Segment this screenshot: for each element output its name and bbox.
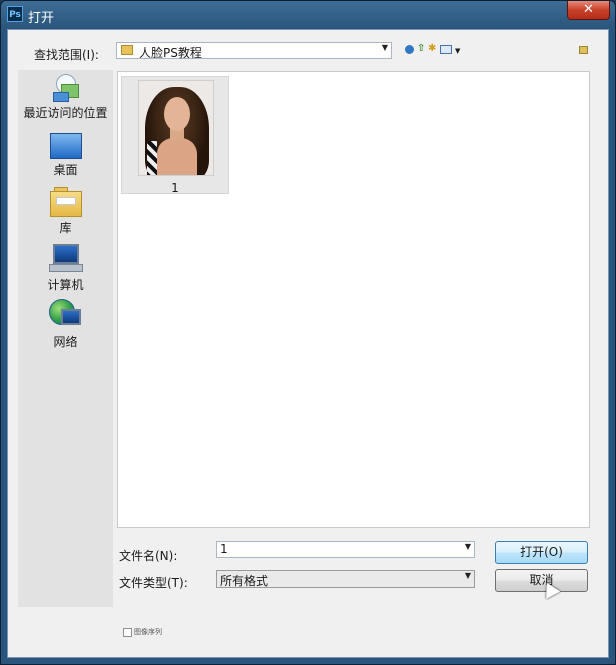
filetype-label: 文件类型(T): <box>119 576 188 590</box>
open-button[interactable]: 打开(O) <box>495 541 588 564</box>
network-icon <box>48 299 83 331</box>
chevron-down-icon[interactable]: ▼ <box>382 43 388 52</box>
filetype-value: 所有格式 <box>220 574 269 588</box>
place-recent[interactable]: 最近访问的位置 <box>18 74 113 121</box>
chevron-down-icon[interactable]: ▼ <box>465 542 471 551</box>
close-button[interactable]: ✕ <box>567 1 610 20</box>
image-sequence-label: 图像序列 <box>134 628 162 636</box>
title-bar[interactable]: Ps 打开 ✕ <box>1 1 615 29</box>
lookin-value: 人脸PS教程 <box>139 46 202 60</box>
chevron-down-icon[interactable]: ▼ <box>465 571 471 580</box>
libraries-icon <box>49 187 82 217</box>
view-menu-chevron-icon[interactable]: ▼ <box>455 45 460 57</box>
place-computer[interactable]: 计算机 <box>18 244 113 293</box>
filename-input[interactable]: 1 ▼ <box>216 541 475 558</box>
place-label: 网络 <box>53 335 78 349</box>
filename-value: 1 <box>220 542 228 556</box>
filetype-select[interactable]: 所有格式 ▼ <box>216 570 475 588</box>
recent-places-icon <box>52 74 79 102</box>
file-list[interactable]: 1 <box>117 71 590 528</box>
place-label: 库 <box>59 221 72 235</box>
new-folder-icon[interactable]: ✱ <box>428 43 436 55</box>
window-title: 打开 <box>28 11 55 26</box>
open-dialog-window: Ps 打开 ✕ 查找范围(I): 人脸PS教程 ▼ ⇧ ✱ ▼ 最近访问的位置 … <box>0 0 616 665</box>
place-libraries[interactable]: 库 <box>18 187 113 236</box>
dialog-client-area: 查找范围(I): 人脸PS教程 ▼ ⇧ ✱ ▼ 最近访问的位置 桌面 库 计算机… <box>7 29 609 658</box>
place-label: 计算机 <box>47 278 84 292</box>
back-icon[interactable] <box>405 45 414 54</box>
filename-label: 文件名(N): <box>119 549 178 563</box>
place-desktop[interactable]: 桌面 <box>18 133 113 178</box>
folder-icon <box>121 45 133 55</box>
place-network[interactable]: 网络 <box>18 299 113 350</box>
portrait-thumbnail <box>138 80 214 176</box>
up-folder-icon[interactable]: ⇧ <box>417 43 425 55</box>
places-sidebar: 最近访问的位置 桌面 库 计算机 网络 <box>18 70 113 607</box>
lookin-dropdown[interactable]: 人脸PS教程 ▼ <box>116 42 392 60</box>
folder-small-icon[interactable] <box>579 46 588 54</box>
file-name: 1 <box>171 181 179 195</box>
place-label: 桌面 <box>53 163 78 177</box>
view-menu-icon[interactable] <box>440 45 452 54</box>
computer-icon <box>48 244 83 274</box>
lookin-label: 查找范围(I): <box>34 48 99 62</box>
photoshop-icon: Ps <box>7 6 23 22</box>
place-label: 最近访问的位置 <box>23 106 108 120</box>
image-sequence-checkbox[interactable] <box>123 628 132 637</box>
desktop-icon <box>49 133 82 159</box>
file-item[interactable]: 1 <box>121 76 229 195</box>
